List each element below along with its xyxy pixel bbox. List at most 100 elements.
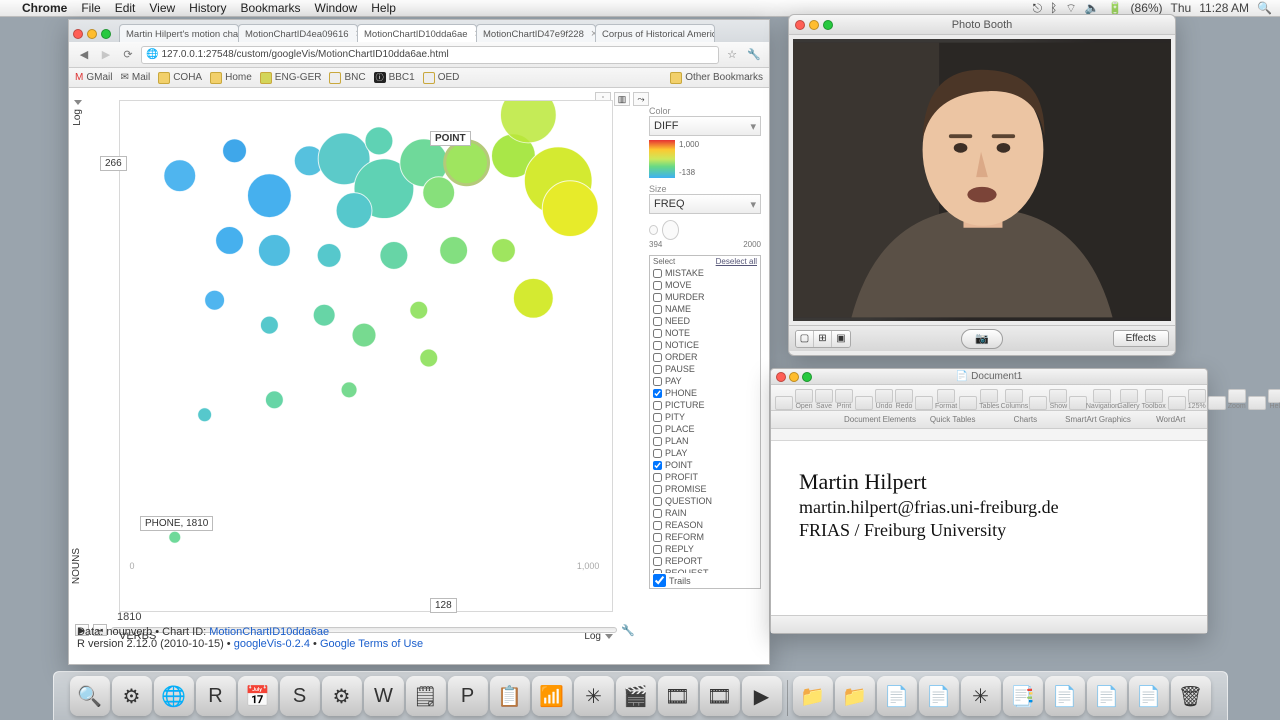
dock-app-icon[interactable]: 🗒 <box>406 676 446 716</box>
chart-id-link[interactable]: MotionChartID10dda6ae <box>209 626 329 638</box>
app-name[interactable]: Chrome <box>22 1 67 15</box>
window-close-icon[interactable] <box>776 372 786 382</box>
window-zoom-icon[interactable] <box>101 29 111 39</box>
select-item[interactable]: REPLY <box>650 543 760 555</box>
select-checkbox[interactable] <box>653 449 662 458</box>
select-checkbox[interactable] <box>653 353 662 362</box>
select-item[interactable]: POINT <box>650 459 760 471</box>
back-icon[interactable]: ◀ <box>75 46 93 64</box>
select-item[interactable]: NEED <box>650 315 760 327</box>
word-tb-undo[interactable]: Undo <box>875 389 893 410</box>
select-item[interactable]: MURDER <box>650 291 760 303</box>
select-item[interactable]: PITY <box>650 411 760 423</box>
word-tb-navigation[interactable]: Navigation <box>1089 389 1115 410</box>
dock-app-icon[interactable]: 📁 <box>793 676 833 716</box>
select-checkbox[interactable] <box>653 557 662 566</box>
reload-icon[interactable]: ⟳ <box>119 46 137 64</box>
tab-3[interactable]: MotionChartID47e9f228× <box>476 24 596 42</box>
select-item[interactable]: RAIN <box>650 507 760 519</box>
dock-app-icon[interactable]: 🗑 <box>1171 676 1211 716</box>
dock-app-icon[interactable]: 📋 <box>490 676 530 716</box>
volume-icon[interactable]: 🔈 <box>1085 1 1100 15</box>
word-page[interactable]: Martin Hilpert martin.hilpert@frias.uni-… <box>771 441 1207 615</box>
menu-view[interactable]: View <box>149 1 175 15</box>
select-checkbox[interactable] <box>653 461 662 470</box>
menu-edit[interactable]: Edit <box>115 1 136 15</box>
ribbon-tab[interactable]: Charts <box>989 415 1062 424</box>
select-checkbox[interactable] <box>653 329 662 338</box>
dock-app-icon[interactable]: 📄 <box>1045 676 1085 716</box>
other-bookmarks[interactable]: Other Bookmarks <box>670 72 763 84</box>
word-tb-125%[interactable]: 125% <box>1188 389 1206 410</box>
bm-oed[interactable]: OED <box>423 72 460 84</box>
bm-bbc1[interactable]: ⓘBBC1 <box>374 72 415 83</box>
deselect-all-link[interactable]: Deselect all <box>716 257 757 266</box>
tos-link[interactable]: Google Terms of Use <box>320 638 423 650</box>
dock-app-icon[interactable]: 📑 <box>1003 676 1043 716</box>
pb-shutter-button[interactable]: 📷 <box>961 329 1003 349</box>
dock-app-icon[interactable]: W <box>364 676 404 716</box>
select-checkbox[interactable] <box>653 533 662 542</box>
tab-4[interactable]: Corpus of Historical Americ…× <box>595 24 715 42</box>
select-item[interactable]: NAME <box>650 303 760 315</box>
settings-icon[interactable]: 🔧 <box>621 624 635 637</box>
select-item[interactable]: REASON <box>650 519 760 531</box>
dock-app-icon[interactable]: 📄 <box>877 676 917 716</box>
color-selector[interactable]: DIFF <box>649 116 761 136</box>
word-tb-open[interactable]: Open <box>795 389 813 410</box>
word-tb-columns[interactable]: Columns <box>1001 389 1027 410</box>
word-tb-redo[interactable]: Redo <box>895 389 913 410</box>
word-tb-show[interactable]: Show <box>1049 389 1067 410</box>
menu-window[interactable]: Window <box>315 1 358 15</box>
word-tb-print[interactable]: Print <box>835 389 853 410</box>
menu-help[interactable]: Help <box>371 1 396 15</box>
select-list[interactable]: MISTAKEMOVEMURDERNAMENEEDNOTENOTICEORDER… <box>650 267 760 573</box>
bar-view-icon[interactable]: ▥ <box>614 92 630 106</box>
dock-app-icon[interactable]: 🔍 <box>70 676 110 716</box>
select-item[interactable]: PHONE <box>650 387 760 399</box>
dock-app-icon[interactable]: 📶 <box>532 676 572 716</box>
scatter-plot[interactable]: 500100 5010 51 0 01,000 <box>119 100 613 612</box>
dock-app-icon[interactable]: S <box>280 676 320 716</box>
select-item[interactable]: REPORT <box>650 555 760 567</box>
trails-checkbox[interactable] <box>653 574 666 587</box>
word-tb-gallery[interactable]: Gallery <box>1117 389 1139 410</box>
select-item[interactable]: PLAY <box>650 447 760 459</box>
pb-single-icon[interactable]: ▢ <box>796 331 814 347</box>
dock-app-icon[interactable]: 🌐 <box>154 676 194 716</box>
select-item[interactable]: NOTICE <box>650 339 760 351</box>
y-axis-label[interactable]: Log <box>72 109 83 126</box>
window-close-icon[interactable] <box>795 20 805 30</box>
word-tb-tables[interactable]: Tables <box>979 389 999 410</box>
close-icon[interactable]: × <box>475 28 477 40</box>
word-tb-save[interactable]: Save <box>815 389 833 410</box>
menu-file[interactable]: File <box>81 1 100 15</box>
tab-1[interactable]: MotionChartID4ea09616× <box>238 24 358 42</box>
word-tb-help[interactable]: Help <box>1268 389 1280 410</box>
select-item[interactable]: PLACE <box>650 423 760 435</box>
dock-app-icon[interactable]: 📄 <box>919 676 959 716</box>
select-checkbox[interactable] <box>653 377 662 386</box>
size-selector[interactable]: FREQ <box>649 194 761 214</box>
select-checkbox[interactable] <box>653 317 662 326</box>
dock-app-icon[interactable]: R <box>196 676 236 716</box>
select-item[interactable]: MOVE <box>650 279 760 291</box>
word-tb-toolbox[interactable]: Toolbox <box>1142 389 1166 410</box>
dock-app-icon[interactable]: 📅 <box>238 676 278 716</box>
bm-coha[interactable]: COHA <box>158 72 202 84</box>
select-checkbox[interactable] <box>653 509 662 518</box>
bm-gmail[interactable]: MGMail <box>75 72 112 83</box>
menu-bookmarks[interactable]: Bookmarks <box>241 1 301 15</box>
url-field[interactable]: 🌐 127.0.0.1:27548/custom/googleVis/Motio… <box>141 46 719 64</box>
bm-home[interactable]: Home <box>210 72 252 84</box>
dock-app-icon[interactable]: ⚙ <box>322 676 362 716</box>
word-tb-format[interactable]: Format <box>935 389 957 410</box>
googlevis-link[interactable]: googleVis-0.2.4 <box>234 638 310 650</box>
bm-mail[interactable]: ✉Mail <box>120 72 150 83</box>
ribbon-tab[interactable]: Document Elements <box>844 415 917 424</box>
select-checkbox[interactable] <box>653 401 662 410</box>
select-checkbox[interactable] <box>653 545 662 554</box>
word-tb-zoom[interactable]: Zoom <box>1228 389 1246 410</box>
dock-app-icon[interactable]: ✳ <box>961 676 1001 716</box>
select-checkbox[interactable] <box>653 365 662 374</box>
